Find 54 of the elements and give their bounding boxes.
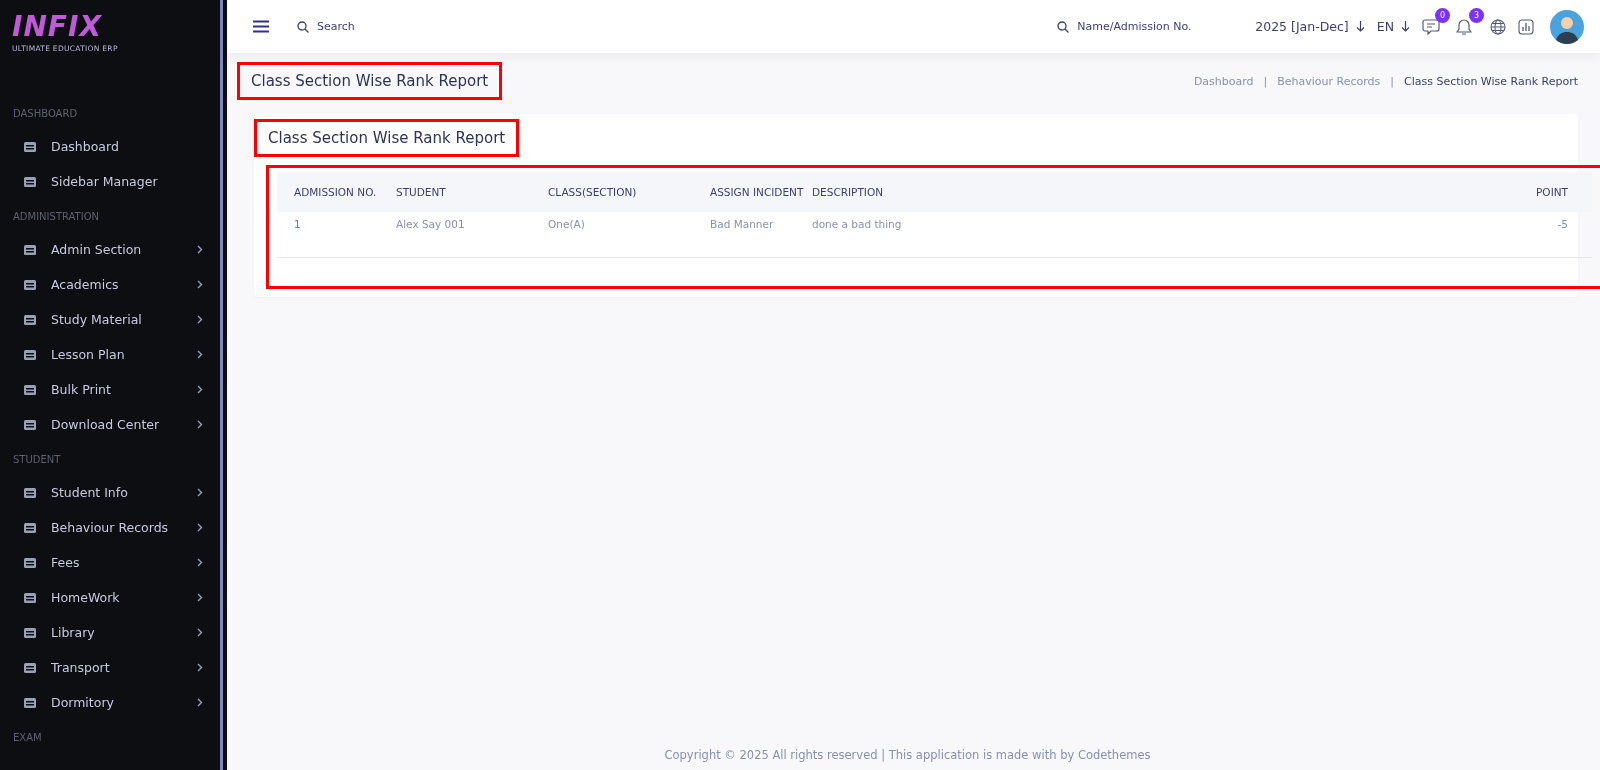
sidebar-item[interactable]: Admin Section (0, 232, 220, 267)
avatar-silhouette[interactable] (1550, 9, 1584, 44)
message-count-badge: 0 (1435, 7, 1450, 23)
session-dropdown[interactable]: 2025 [Jan-Dec] (1255, 19, 1365, 34)
page-title: Class Section Wise Rank Report (237, 62, 503, 100)
bar-chart-icon[interactable] (1518, 18, 1534, 35)
scrollbar[interactable] (220, 0, 227, 770)
search-icon (297, 20, 309, 33)
search-field[interactable]: Search (315, 19, 439, 34)
bell-icon[interactable] (1456, 17, 1472, 36)
column-header: ADMISSION NO. (277, 172, 395, 212)
arrow-down-icon (1355, 21, 1365, 32)
sidebar-item[interactable]: Lesson Plan (0, 337, 220, 372)
column-header: ASSIGN INCIDENT (709, 172, 811, 212)
student-search-field[interactable]: Name/Admission No. (1075, 19, 1220, 34)
card-title: Class Section Wise Rank Report (254, 119, 520, 157)
notification-count-badge: 3 (1469, 7, 1484, 23)
sidebar-item[interactable]: Study Material (0, 302, 220, 337)
sidebar-section-label: EXAM (12, 731, 43, 745)
menu-icon[interactable] (253, 20, 269, 33)
table-cell: One(A) (547, 212, 709, 258)
sidebar-item[interactable]: Library (0, 615, 220, 650)
language-dropdown[interactable]: EN (1376, 19, 1410, 34)
chat-icon[interactable] (1422, 17, 1440, 36)
breadcrumb-separator: | (1263, 74, 1268, 88)
column-header: DESCRIPTION (811, 172, 1293, 212)
sidebar-item[interactable]: Sidebar Manager (0, 164, 220, 199)
breadcrumb-separator: | (1390, 74, 1395, 88)
table-cell: Bad Manner (709, 212, 811, 258)
sidebar-item[interactable]: Dormitory (0, 685, 220, 720)
column-header: CLASS(SECTION) (547, 172, 709, 212)
breadcrumb-link[interactable]: Class Section Wise Rank Report (1404, 74, 1578, 88)
sidebar-item[interactable]: Transport (0, 650, 220, 685)
sidebar-item[interactable]: Bulk Print (0, 372, 220, 407)
logo-wordmark: INFIX (12, 10, 102, 44)
sidebar-item[interactable]: HomeWork (0, 580, 220, 615)
sidebar-section-label: ADMINISTRATION (12, 210, 101, 224)
sidebar-item[interactable]: Behaviour Records (0, 510, 220, 545)
sidebar-item[interactable]: Student Info (0, 475, 220, 510)
sidebar-item[interactable]: Academics (0, 267, 220, 302)
table-cell: 1 (277, 212, 395, 258)
footer-text: Copyright © 2025 All rights reserved | This application is made with by Codethemes (663, 748, 1152, 764)
column-header: STUDENT (395, 172, 547, 212)
sidebar-item[interactable]: Fees (0, 545, 220, 580)
sidebar-item[interactable]: Dashboard (0, 129, 220, 164)
table-cell: Alex Say 001 (395, 212, 547, 258)
sidebar-section-label: STUDENT (12, 453, 62, 467)
sidebar-section-label: DASHBOARD (12, 107, 79, 121)
arrow-down-icon (1401, 21, 1410, 32)
sidebar-item[interactable]: Download Center (0, 407, 220, 442)
globe-icon[interactable] (1490, 18, 1506, 35)
search-icon (1057, 20, 1070, 33)
table-cell: -5 (1292, 212, 1592, 258)
table-cell: done a bad thing (811, 212, 1293, 258)
